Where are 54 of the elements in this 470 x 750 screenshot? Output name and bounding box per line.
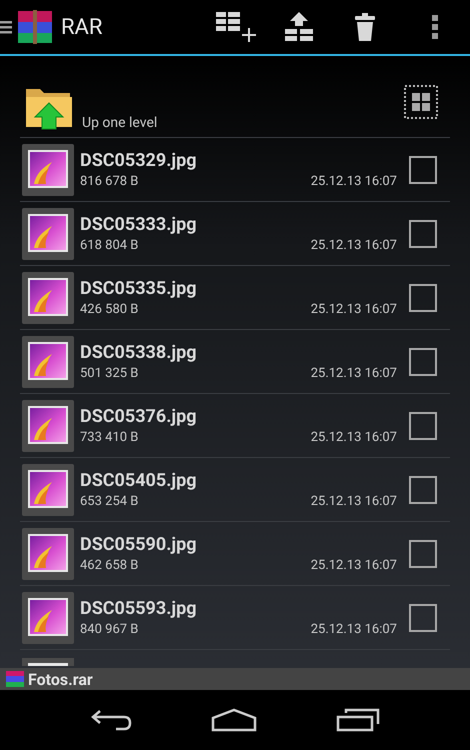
- checkbox[interactable]: [409, 220, 437, 248]
- checkbox[interactable]: [409, 476, 437, 504]
- file-name: DSC05593.jpg: [80, 598, 198, 619]
- checkbox[interactable]: [409, 156, 437, 184]
- back-icon[interactable]: [90, 708, 132, 732]
- image-icon: [22, 528, 74, 580]
- file-size: 653 254 B: [80, 494, 138, 509]
- overflow-menu-icon[interactable]: [432, 14, 438, 40]
- add-list-icon[interactable]: [216, 10, 258, 44]
- file-size: 501 325 B: [80, 366, 138, 381]
- file-size: 840 967 B: [80, 622, 138, 637]
- file-date: 25.12.13 16:07: [310, 238, 397, 253]
- image-icon: [22, 208, 74, 260]
- file-date: 25.12.13 16:07: [310, 494, 397, 509]
- checkbox[interactable]: [409, 604, 437, 632]
- file-name: DSC05329.jpg: [80, 150, 198, 171]
- image-icon: [22, 336, 74, 388]
- image-icon: [22, 272, 74, 324]
- file-date: 25.12.13 16:07: [310, 302, 397, 317]
- file-size: 426 580 B: [80, 302, 138, 317]
- file-size: 462 658 B: [80, 558, 138, 573]
- up-one-level-label[interactable]: Up one level: [82, 115, 158, 131]
- archive-name: Fotos.rar: [28, 670, 93, 688]
- image-icon: [22, 592, 74, 644]
- file-size: 816 678 B: [80, 174, 138, 189]
- rar-logo-icon: [17, 9, 53, 45]
- checkbox[interactable]: [409, 412, 437, 440]
- app-title: RAR: [61, 14, 102, 40]
- image-icon: [22, 464, 74, 516]
- file-name: DSC05590.jpg: [80, 534, 198, 555]
- file-date: 25.12.13 16:07: [310, 174, 397, 189]
- image-icon: [22, 400, 74, 452]
- file-date: 25.12.13 16:07: [310, 366, 397, 381]
- file-date: 25.12.13 16:07: [310, 430, 397, 445]
- file-name: DSC05405.jpg: [80, 470, 198, 491]
- file-name: DSC05333.jpg: [80, 214, 198, 235]
- grid-view-icon[interactable]: [404, 85, 438, 119]
- file-name: DSC05376.jpg: [80, 406, 198, 427]
- trash-icon[interactable]: [354, 12, 376, 42]
- image-icon: [22, 658, 74, 666]
- recent-apps-icon[interactable]: [336, 708, 380, 732]
- image-icon: [22, 144, 74, 196]
- file-date: 25.12.13 16:07: [310, 622, 397, 637]
- archive-icon: [6, 671, 24, 687]
- checkbox[interactable]: [409, 540, 437, 568]
- file-name: DSC05338.jpg: [80, 342, 198, 363]
- file-name: DSC05335.jpg: [80, 278, 198, 299]
- extract-icon[interactable]: [284, 10, 314, 44]
- checkbox[interactable]: [409, 284, 437, 312]
- file-size: 618 804 B: [80, 238, 138, 253]
- file-date: 25.12.13 16:07: [310, 558, 397, 573]
- checkbox[interactable]: [409, 348, 437, 376]
- file-size: 733 410 B: [80, 430, 138, 445]
- home-icon[interactable]: [210, 708, 257, 732]
